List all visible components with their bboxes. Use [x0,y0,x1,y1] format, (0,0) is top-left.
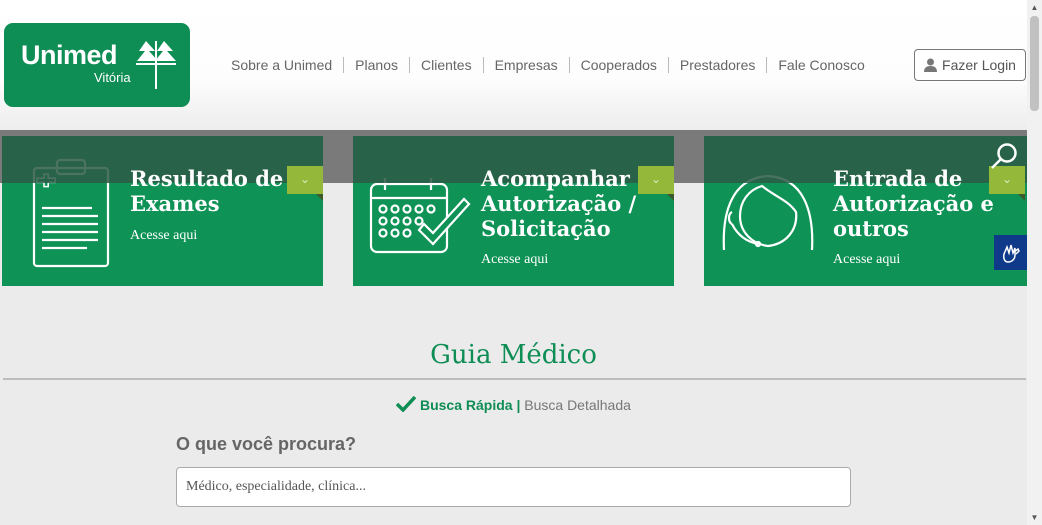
nav-item-clientes[interactable]: Clientes [408,57,483,73]
nav-item-prestadores[interactable]: Prestadores [667,57,766,73]
page-scrollbar[interactable]: ▲ ▼ [1027,0,1042,525]
mode-separator: | [516,397,521,413]
sign-language-icon [1002,244,1020,263]
user-icon [924,58,938,72]
detailed-search-option[interactable]: Busca Detalhada [524,397,631,413]
card-title-line: Acompanhar [481,166,630,191]
quick-search-option[interactable]: Busca Rápida [420,397,513,413]
card-title: Resultado de Exames [130,166,283,216]
logo-wordmark: Unimed [21,40,118,70]
nav-item-cooperados[interactable]: Cooperados [568,57,668,73]
search-question-label: O que você procura? [176,434,357,454]
nav-item-fale-conosco[interactable]: Fale Conosco [766,57,875,73]
calendar-check-icon [369,178,471,254]
card-title: Acompanhar Autorização / Solicitação [481,166,636,241]
scroll-down-arrow-icon[interactable]: ▼ [1027,510,1042,525]
search-input[interactable] [176,467,851,507]
card-access-link[interactable]: Acesse aqui [833,252,900,268]
main-nav: Sobre a Unimed Planos Clientes Empresas … [220,56,876,74]
card-title-line: Autorização / [481,191,637,216]
card-expand-tab[interactable]: ⌄ [638,166,674,201]
card-title: Entrada de Autorização e outros [833,166,994,241]
unimed-logo[interactable]: Unimed Vitória [4,23,190,107]
headset-person-icon [722,174,814,251]
search-mode-selector: Busca Rápida | Busca Detalhada [0,395,1027,413]
chevron-down-icon: ⌄ [299,172,311,186]
card-entrada-autorizacao[interactable]: Entrada de Autorização e outros Acesse a… [704,136,1027,286]
scroll-thumb[interactable] [1030,16,1039,111]
unimed-tree-icon [136,41,176,89]
nav-item-sobre[interactable]: Sobre a Unimed [220,57,343,73]
card-title-line: Solicitação [481,216,611,241]
checkmark-icon [395,395,417,413]
search-icon[interactable] [989,141,1019,171]
card-acompanhar-autorizacao[interactable]: Acompanhar Autorização / Solicitação Ace… [353,136,674,286]
chevron-down-icon: ⌄ [1001,172,1013,186]
card-title-line: Exames [130,191,220,216]
card-resultado-exames[interactable]: Resultado de Exames Acesse aqui ⌄ [2,136,323,286]
card-title-line: Autorização e [833,191,994,216]
guide-divider [3,378,1026,380]
nav-item-empresas[interactable]: Empresas [482,57,569,73]
nav-item-planos[interactable]: Planos [343,57,409,73]
card-title-line: Resultado de [130,166,284,191]
scroll-up-arrow-icon[interactable]: ▲ [1027,0,1042,15]
chevron-down-icon: ⌄ [650,172,662,186]
card-expand-tab[interactable]: ⌄ [287,166,323,201]
card-title-line: outros [833,216,909,241]
site-header: Unimed Vitória Sobre a Unimed Planos Cli… [0,0,1027,130]
card-title-line: Entrada de [833,166,963,191]
logo-subtitle: Vitória [94,70,131,85]
guide-title: Guia Médico [430,340,597,370]
vlibras-accessibility-button[interactable] [994,235,1027,270]
card-access-link[interactable]: Acesse aqui [481,252,548,268]
login-button[interactable]: Fazer Login [914,49,1026,81]
card-access-link[interactable]: Acesse aqui [130,228,197,244]
login-label: Fazer Login [942,57,1016,73]
